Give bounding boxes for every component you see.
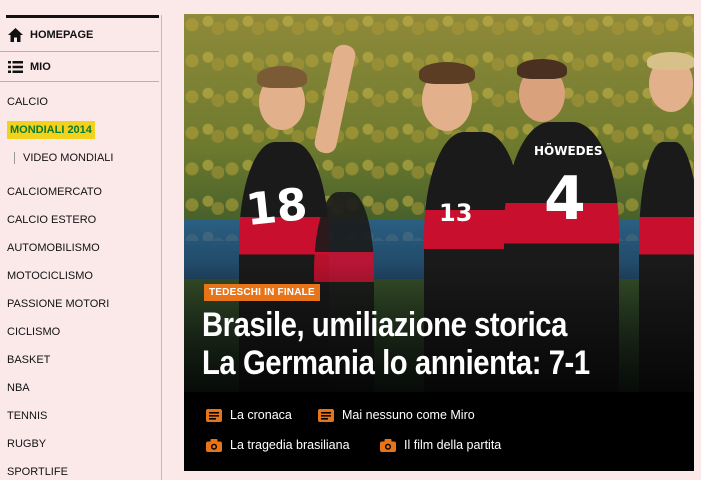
sidebar-item-label: PASSIONE MOTORI xyxy=(7,298,110,310)
sidebar-item-label: SPORTLIFE xyxy=(7,466,68,478)
jersey-number-right: 4 xyxy=(544,164,586,234)
list-icon xyxy=(7,59,23,75)
sidebar-item-label: CALCIOMERCATO xyxy=(7,186,102,198)
related-link-la-tragedia-brasiliana[interactable]: La tragedia brasiliana xyxy=(206,438,350,452)
sidebar-item-motociclismo[interactable]: MOTOCICLISMO xyxy=(0,262,161,290)
mio-link[interactable]: MIO xyxy=(0,52,159,82)
related-link-label: Mai nessuno come Miro xyxy=(342,408,475,422)
sidebar-item-automobilismo[interactable]: AUTOMOBILISMO xyxy=(0,234,161,262)
sidebar-item-label: AUTOMOBILISMO xyxy=(7,242,100,254)
sidebar-item-calcio[interactable]: CALCIO xyxy=(0,88,161,116)
headline[interactable]: Brasile, umiliazione storica La Germania… xyxy=(202,306,684,382)
hero-photo[interactable]: 18 13 HÖWEDES 4 TEDESCHI IN FINALE Brasi… xyxy=(184,14,694,392)
related-link-label: La cronaca xyxy=(230,408,292,422)
related-link-mai-nessuno-come-miro[interactable]: Mai nessuno come Miro xyxy=(318,408,475,422)
sidebar: HOMEPAGE MIO CALCIO MONDIALI 2014 VIDEO … xyxy=(0,15,162,480)
sidebar-item-label: NBA xyxy=(7,382,30,394)
sidebar-item-label: CICLISMO xyxy=(7,326,61,338)
player-hair xyxy=(517,59,567,79)
sidebar-item-mondiali-2014[interactable]: MONDIALI 2014 xyxy=(0,116,161,144)
player-hair xyxy=(647,52,694,70)
camera-icon xyxy=(206,438,222,452)
sidebar-item-label: CALCIO ESTERO xyxy=(7,214,97,226)
sidebar-item-rugby[interactable]: RUGBY xyxy=(0,430,161,458)
sidebar-item-tennis[interactable]: TENNIS xyxy=(0,402,161,430)
player-hair xyxy=(257,66,307,88)
sidebar-item-label: MONDIALI 2014 xyxy=(7,121,95,139)
sidebar-item-label: TENNIS xyxy=(7,410,48,422)
sidebar-item-label: MOTOCICLISMO xyxy=(7,270,93,282)
home-icon xyxy=(7,27,23,43)
hero-story[interactable]: 18 13 HÖWEDES 4 TEDESCHI IN FINALE Brasi… xyxy=(184,14,694,471)
sidebar-item-label: RUGBY xyxy=(7,438,47,450)
article-icon xyxy=(318,408,334,422)
sidebar-item-label: CALCIO xyxy=(7,96,48,108)
camera-icon xyxy=(380,438,396,452)
homepage-link[interactable]: HOMEPAGE xyxy=(0,18,159,52)
sidebar-item-label: VIDEO MONDIALI xyxy=(14,152,114,164)
jersey-number-left: 18 xyxy=(243,178,310,237)
sidebar-item-passione-motori[interactable]: PASSIONE MOTORI xyxy=(0,290,161,318)
headline-line-2: La Germania lo annienta: 7-1 xyxy=(202,344,590,382)
related-link-la-cronaca[interactable]: La cronaca xyxy=(206,408,292,422)
player-hair xyxy=(419,62,475,84)
headline-line-1: Brasile, umiliazione storica xyxy=(202,306,567,344)
mio-label: MIO xyxy=(30,60,51,73)
sidebar-nav-list: CALCIO MONDIALI 2014 VIDEO MONDIALI CALC… xyxy=(0,82,161,480)
homepage-label: HOMEPAGE xyxy=(30,28,94,41)
sidebar-item-calcio-estero[interactable]: CALCIO ESTERO xyxy=(0,206,161,234)
sidebar-item-ciclismo[interactable]: CICLISMO xyxy=(0,318,161,346)
article-icon xyxy=(206,408,222,422)
kicker-label[interactable]: TEDESCHI IN FINALE xyxy=(204,284,320,301)
jersey-name: HÖWEDES xyxy=(534,144,603,158)
sidebar-item-nba[interactable]: NBA xyxy=(0,374,161,402)
jersey-number-center: 13 xyxy=(439,199,473,227)
sidebar-item-sportlife[interactable]: SPORTLIFE xyxy=(0,458,161,480)
sidebar-item-calciomercato[interactable]: CALCIOMERCATO xyxy=(0,178,161,206)
sidebar-item-video-mondiali[interactable]: VIDEO MONDIALI xyxy=(0,144,161,172)
related-link-il-film-della-partita[interactable]: Il film della partita xyxy=(380,438,501,452)
sidebar-item-label: BASKET xyxy=(7,354,51,366)
related-link-label: Il film della partita xyxy=(404,438,502,452)
related-links: La cronaca Mai nessuno come Miro La trag… xyxy=(184,392,694,471)
sidebar-item-basket[interactable]: BASKET xyxy=(0,346,161,374)
related-link-label: La tragedia brasiliana xyxy=(230,438,350,452)
